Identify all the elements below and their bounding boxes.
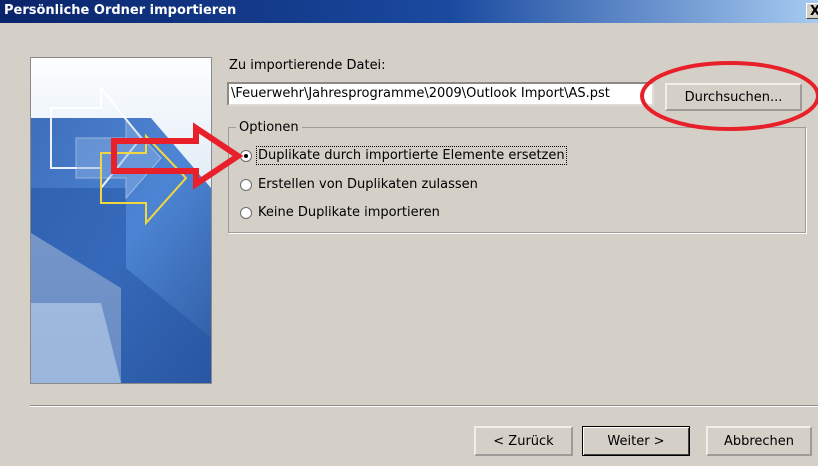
back-button[interactable]: < Zurück <box>474 426 573 456</box>
radio-button[interactable] <box>240 206 252 219</box>
file-path-input[interactable]: \Feuerwehr\Jahresprogramme\2009\Outlook … <box>227 82 654 106</box>
option-replace-duplicates[interactable]: Duplikate durch importierte Elemente ers… <box>240 146 567 166</box>
title-bar: Persönliche Ordner importieren X <box>0 0 818 23</box>
option-label: Keine Duplikate importieren <box>258 205 440 220</box>
file-label: Zu importierende Datei: <box>229 58 386 73</box>
options-legend: Optionen <box>236 120 302 135</box>
dialog-title: Persönliche Ordner importieren <box>4 3 237 18</box>
radio-button[interactable] <box>240 149 252 162</box>
wizard-side-image <box>30 57 212 384</box>
close-button[interactable]: X <box>806 3 818 19</box>
option-allow-duplicates[interactable]: Erstellen von Duplikaten zulassen <box>240 177 478 195</box>
option-label: Erstellen von Duplikaten zulassen <box>258 177 478 192</box>
button-separator <box>30 405 818 407</box>
cancel-button[interactable]: Abbrechen <box>706 426 812 456</box>
option-label: Duplikate durch importierte Elemente ers… <box>256 146 567 165</box>
radio-selected-dot <box>244 153 248 158</box>
wizard-graphic <box>31 58 211 383</box>
radio-button[interactable] <box>240 178 252 191</box>
next-button[interactable]: Weiter > <box>582 426 690 456</box>
browse-button[interactable]: Durchsuchen... <box>665 83 802 111</box>
close-icon: X <box>810 4 818 19</box>
option-no-duplicates[interactable]: Keine Duplikate importieren <box>240 205 440 223</box>
